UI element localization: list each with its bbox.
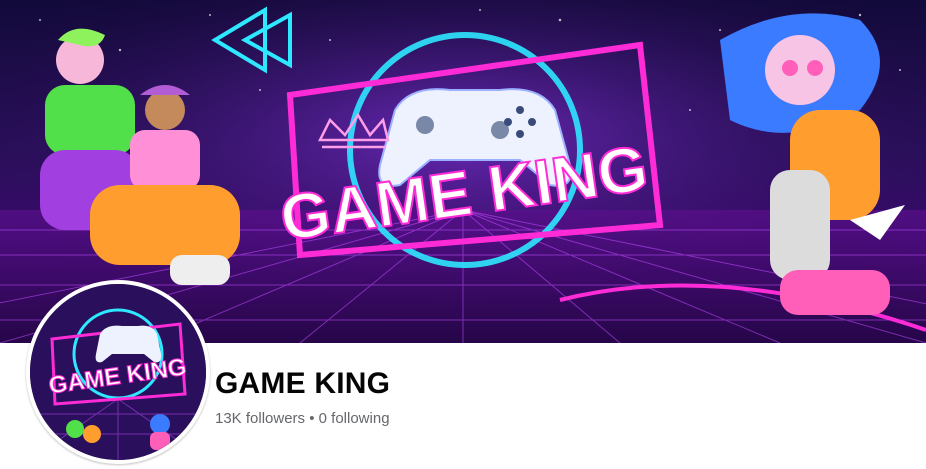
followers-link[interactable]: 13K followers	[215, 410, 305, 427]
page-title: GAME KING	[215, 367, 391, 400]
profile-artwork: GAME KING	[30, 284, 206, 460]
page-stats: 13K followers • 0 following	[215, 410, 390, 427]
following-link[interactable]: 0 following	[319, 410, 390, 427]
stats-separator: •	[309, 410, 315, 427]
profile-picture[interactable]: GAME KING	[26, 280, 210, 464]
